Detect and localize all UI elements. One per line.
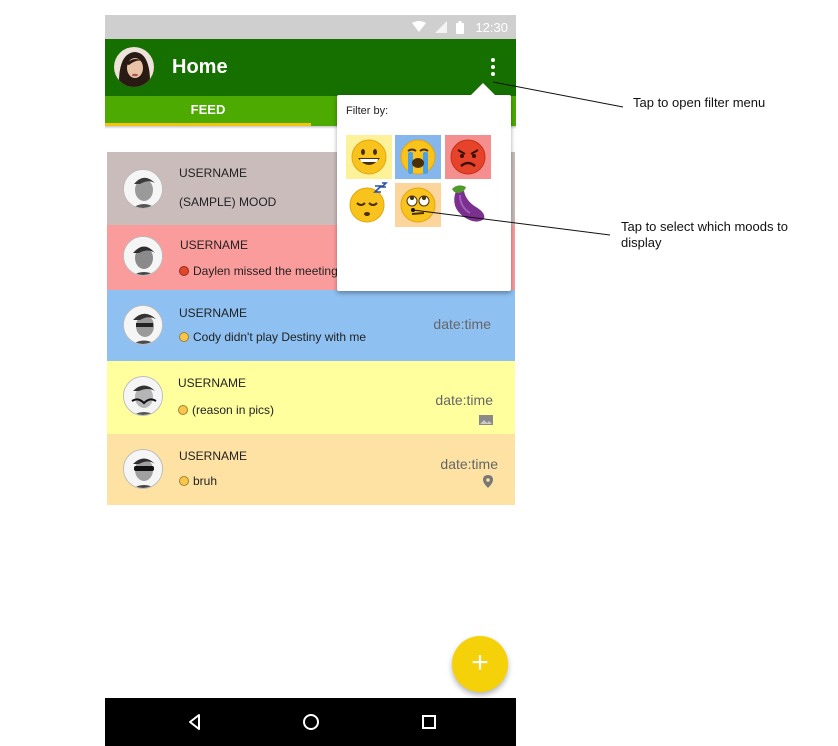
crying-emoji-icon [400,139,436,175]
recents-icon[interactable] [417,710,441,734]
menu-dot-icon [491,65,495,69]
card-mood-label: (reason in pics) [192,403,275,417]
feed-card[interactable]: USERNAME Cody didn't play Destiny with m… [107,290,515,361]
card-mood-text: Cody didn't play Destiny with me [179,330,366,344]
profile-avatar[interactable] [114,47,154,87]
phone-screen: 12:30 Home FEED USERNAME (SAMPLE) MOOD U… [105,15,516,746]
card-mood-label: Daylen missed the meeting [193,264,338,278]
add-mood-button[interactable]: + [452,636,508,692]
card-username: USERNAME [180,238,249,252]
avatar [123,305,163,345]
card-mood-text: (reason in pics) [178,403,274,417]
annotation-select-moods: Tap to select which moods to display [621,219,788,250]
plus-icon: + [471,646,489,679]
card-date: date:time [433,316,491,332]
avatar [123,376,163,416]
card-username: USERNAME [179,166,248,180]
card-mood-text: bruh [179,474,217,488]
angry-emoji-icon [450,139,486,175]
back-icon[interactable] [183,710,207,734]
eggplant-emoji-icon [452,185,485,222]
card-mood-label: (SAMPLE) MOOD [179,195,277,209]
overflow-menu-button[interactable] [479,51,507,83]
grinning-emoji-icon [351,139,387,175]
location-pin-icon[interactable] [483,475,493,488]
filter-eggplant[interactable] [445,181,491,225]
filter-crying[interactable] [395,135,441,179]
image-icon[interactable] [479,415,493,425]
card-mood-text: Daylen missed the meeting [179,264,338,278]
eye-roll-emoji-icon [179,476,189,486]
feed-card[interactable]: USERNAME bruh date:time [107,434,515,505]
avatar [123,169,163,209]
popup-arrow [471,83,495,95]
card-mood-label: bruh [193,474,218,488]
feed-card[interactable]: USERNAME (reason in pics) date:time [107,361,515,434]
filter-eye-roll[interactable] [395,183,441,227]
avatar [123,236,163,276]
eye-roll-emoji-icon [400,187,436,223]
card-mood-text: (SAMPLE) MOOD [179,195,276,209]
tears-of-joy-emoji-icon [179,332,189,342]
status-bar: 12:30 [105,15,516,39]
filter-angry[interactable] [445,135,491,179]
card-username: USERNAME [179,449,248,463]
grinning-emoji-icon [178,405,188,415]
menu-dot-icon [491,72,495,76]
card-username: USERNAME [178,376,247,390]
sleepy-emoji-icon [349,182,388,223]
card-username: USERNAME [179,306,248,320]
annotation-filter-menu: Tap to open filter menu [633,95,766,110]
angry-emoji-icon [179,266,189,276]
app-bar: Home [105,39,516,96]
filter-sleepy[interactable] [346,181,392,225]
status-time: 12:30 [475,19,508,35]
cell-signal-icon [435,21,448,33]
avatar [123,449,163,489]
home-icon[interactable] [299,710,323,734]
card-mood-label: Cody didn't play Destiny with me [193,330,367,344]
filter-popup: Filter by: [337,83,511,291]
card-date: date:time [440,456,498,472]
filter-grinning[interactable] [346,135,392,179]
filter-title: Filter by: [346,105,389,117]
battery-icon [456,20,465,34]
android-nav-bar [105,698,516,746]
wifi-icon [412,21,427,32]
tab-feed[interactable]: FEED [105,96,311,126]
page-title: Home [172,56,228,78]
card-date: date:time [435,392,493,408]
tab-feed-label: FEED [190,102,226,117]
menu-dot-icon [491,58,495,62]
